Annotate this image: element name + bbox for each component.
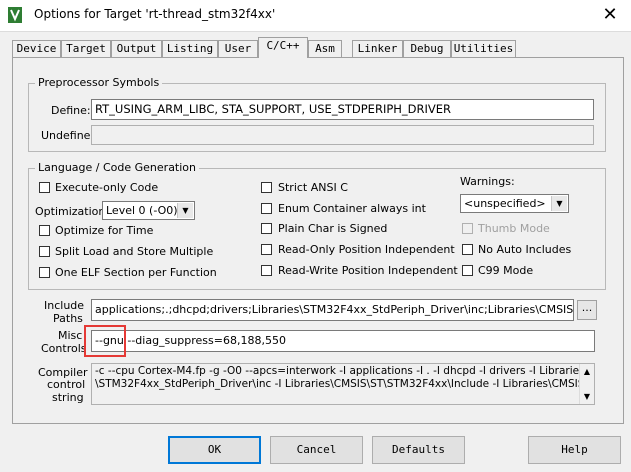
compiler-control-label-3: string <box>52 391 84 404</box>
language-group-title: Language / Code Generation <box>35 161 200 174</box>
c99-mode-label: C99 Mode <box>478 264 534 277</box>
misc-controls-label-2: Controls <box>41 342 87 355</box>
compiler-control-line-2: \STM32F4xx_StdPeriph_Driver\inc -I Libra… <box>95 378 585 390</box>
cancel-button[interactable]: Cancel <box>270 436 363 464</box>
chevron-down-icon: ▼ <box>551 196 567 211</box>
include-paths-browse-button[interactable]: ... <box>577 300 597 320</box>
one-elf-checkbox[interactable] <box>39 267 50 278</box>
dialog-button-bar: OK Cancel Defaults Help <box>0 430 631 472</box>
tab-c-cpp[interactable]: C/C++ <box>258 37 308 58</box>
warnings-value: <unspecified> <box>464 197 546 210</box>
no-auto-includes-label: No Auto Includes <box>478 243 572 256</box>
strict-ansi-label: Strict ANSI C <box>278 181 348 194</box>
optimize-time-checkbox[interactable] <box>39 225 50 236</box>
compiler-control-line-1: -c --cpu Cortex-M4.fp -g -O0 --apcs=inte… <box>95 365 585 377</box>
one-elf-label: One ELF Section per Function <box>55 266 217 279</box>
misc-controls-input[interactable]: --gnu --diag_suppress=68,188,550 <box>91 330 595 352</box>
strict-ansi-checkbox[interactable] <box>261 182 272 193</box>
close-icon[interactable]: ✕ <box>595 2 625 28</box>
c99-mode-checkbox[interactable] <box>462 265 473 276</box>
warnings-select[interactable]: <unspecified> ▼ <box>460 194 569 213</box>
chevron-down-icon: ▼ <box>177 203 193 218</box>
scroll-down-arrow-icon[interactable]: ▼ <box>580 389 594 404</box>
tab-utilities[interactable]: Utilities <box>451 40 516 57</box>
ok-button[interactable]: OK <box>168 436 261 464</box>
optimize-time-label: Optimize for Time <box>55 224 154 237</box>
enum-container-label: Enum Container always int <box>278 202 426 215</box>
ro-pi-label: Read-Only Position Independent <box>278 243 455 256</box>
ro-pi-checkbox[interactable] <box>261 244 272 255</box>
tab-output[interactable]: Output <box>111 40 162 57</box>
rw-pi-label: Read-Write Position Independent <box>278 264 458 277</box>
include-paths-label-2: Paths <box>53 312 83 325</box>
include-paths-label-1: Include <box>44 299 85 312</box>
misc-controls-label-1: Misc <box>58 329 83 342</box>
compiler-control-string: -c --cpu Cortex-M4.fp -g -O0 --apcs=inte… <box>91 363 595 405</box>
thumb-mode-checkbox[interactable] <box>462 223 473 234</box>
split-load-checkbox[interactable] <box>39 246 50 257</box>
split-load-label: Split Load and Store Multiple <box>55 245 214 258</box>
compiler-control-scrollbar[interactable]: ▲ ▼ <box>579 364 594 404</box>
tab-device[interactable]: Device <box>12 40 61 57</box>
keil-app-icon <box>8 7 22 23</box>
tab-user[interactable]: User <box>218 40 258 57</box>
undefine-label: Undefine: <box>41 129 95 142</box>
tab-target[interactable]: Target <box>61 40 111 57</box>
tab-asm[interactable]: Asm <box>308 40 342 57</box>
tab-debug[interactable]: Debug <box>403 40 451 57</box>
rw-pi-checkbox[interactable] <box>261 265 272 276</box>
optimization-label: Optimization: <box>35 205 110 218</box>
define-input[interactable]: RT_USING_ARM_LIBC, STA_SUPPORT, USE_STDP… <box>91 99 594 120</box>
help-button[interactable]: Help <box>528 436 621 464</box>
undefine-input[interactable] <box>91 125 594 145</box>
define-label: Define: <box>51 104 91 117</box>
execute-only-checkbox[interactable] <box>39 182 50 193</box>
compiler-control-label-2: control <box>47 378 86 391</box>
plain-char-checkbox[interactable] <box>261 223 272 234</box>
gnu-flag-highlight-box <box>84 325 126 357</box>
execute-only-label: Execute-only Code <box>55 181 159 194</box>
enum-container-checkbox[interactable] <box>261 203 272 214</box>
thumb-mode-label: Thumb Mode <box>478 222 550 235</box>
no-auto-includes-checkbox[interactable] <box>462 244 473 255</box>
tab-listing[interactable]: Listing <box>162 40 218 57</box>
optimization-select[interactable]: Level 0 (-O0) ▼ <box>102 201 195 220</box>
tab-linker[interactable]: Linker <box>352 40 403 57</box>
title-bar: Options for Target 'rt-thread_stm32f4xx'… <box>0 0 631 32</box>
defaults-button[interactable]: Defaults <box>372 436 465 464</box>
optimization-value: Level 0 (-O0) <box>106 204 178 217</box>
scroll-up-arrow-icon[interactable]: ▲ <box>580 364 594 379</box>
preprocessor-group-title: Preprocessor Symbols <box>35 76 163 89</box>
warnings-label: Warnings: <box>460 175 515 188</box>
include-paths-input[interactable]: applications;.;dhcpd;drivers;Libraries\S… <box>91 299 574 321</box>
plain-char-label: Plain Char is Signed <box>278 222 388 235</box>
window-title: Options for Target 'rt-thread_stm32f4xx' <box>34 7 276 21</box>
